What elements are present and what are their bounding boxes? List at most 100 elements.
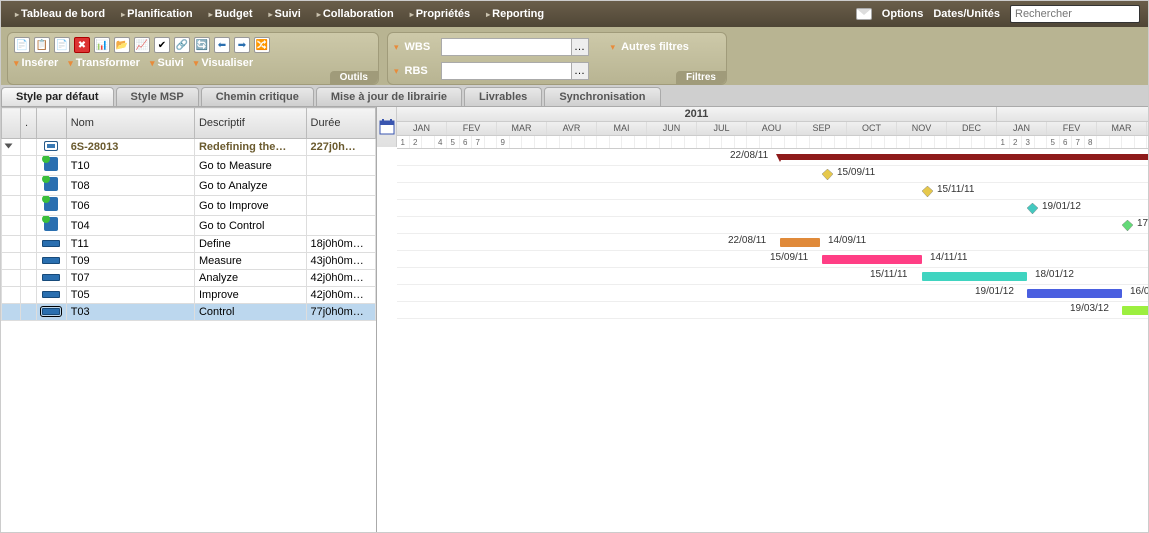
wbs-combo[interactable]: … [441,38,589,56]
tool-icon-0[interactable]: 📄 [14,37,30,53]
menu-budget[interactable]: ▸Budget [203,1,259,27]
other-filters[interactable]: Autres filtres [621,41,689,53]
filters-panel: ▾ WBS … ▾ Autres filtres ▾ RBS … Filtres [387,32,727,85]
rbs-input[interactable] [441,62,571,80]
gantt-row: 22/08/1103/07/12 [397,149,1148,166]
task-row[interactable]: T03Control77j0h0m… [2,304,376,321]
tool-icon-7[interactable]: ✔ [154,37,170,53]
task-row[interactable]: 6S-28013Redefining the…227j0h… [2,139,376,156]
tool-icon-12[interactable]: 🔀 [254,37,270,53]
tool-icon-11[interactable]: ➡ [234,37,250,53]
cell-dur: 42j0h0m… [306,287,375,304]
month-label: JAN [397,122,447,135]
submenu-suivi[interactable]: ▾Suivi [150,57,184,69]
wbs-label: WBS [405,41,435,53]
menu-collaboration[interactable]: ▸Collaboration [311,1,400,27]
tool-icons: 📄📋📄✖📊📂📈✔🔗🔄⬅➡🔀 [14,37,372,53]
wbs-dropdown-button[interactable]: … [571,38,589,56]
cell-nom: T09 [66,253,194,270]
tab-3[interactable]: Mise à jour de librairie [316,87,462,106]
submenu-insérer[interactable]: ▾Insérer [14,57,58,69]
cell-dur: 77j0h0m… [306,304,375,321]
task-bar[interactable] [1122,306,1148,315]
chevron-right-icon: ▸ [410,10,414,19]
menu-planification[interactable]: ▸Planification [115,1,198,27]
gantt-row: 15/11/1118/01/12 [397,268,1148,285]
cell-nom: T10 [66,156,194,176]
tool-icon-1[interactable]: 📋 [34,37,50,53]
task-row[interactable]: T07Analyze42j0h0m… [2,270,376,287]
task-bar[interactable] [1027,289,1122,298]
col-desc[interactable]: Descriptif [194,108,306,139]
tool-icon-6[interactable]: 📈 [134,37,150,53]
options-link[interactable]: Options [882,8,924,20]
wbs-input[interactable] [441,38,571,56]
tool-icon-5[interactable]: 📂 [114,37,130,53]
month-label: AOU [747,122,797,135]
task-bar[interactable] [780,238,820,247]
menu-tableau-de-bord[interactable]: ▸Tableau de bord [9,1,111,27]
gantt-row: 15/11/11 [397,183,1148,200]
chevron-right-icon: ▸ [268,10,272,19]
task-row[interactable]: T11Define18j0h0m… [2,236,376,253]
task-row[interactable]: T04Go to Control [2,216,376,236]
tab-2[interactable]: Chemin critique [201,87,314,106]
mail-icon[interactable] [856,8,872,20]
month-label: SEP [797,122,847,135]
expander-icon[interactable] [5,144,13,149]
tab-5[interactable]: Synchronisation [544,87,660,106]
tools-panel: 📄📋📄✖📊📂📈✔🔗🔄⬅➡🔀 ▾Insérer▾Transformer▾Suivi… [7,32,379,85]
cell-dur [306,156,375,176]
task-row[interactable]: T09Measure43j0h0m… [2,253,376,270]
calendar-icon[interactable] [377,107,397,147]
rbs-dropdown-button[interactable]: … [571,62,589,80]
tool-icon-3[interactable]: ✖ [74,37,90,53]
gantt-row: 19/01/12 [397,200,1148,217]
tool-icon-8[interactable]: 🔗 [174,37,190,53]
task-row[interactable]: T06Go to Improve [2,196,376,216]
gantt-scroll[interactable]: 201120122013 JANFEVMARAVRMAIJUNJULAOUSEP… [377,107,1148,532]
task-grid[interactable]: . NomDescriptifDurée 6S-28013Redefining t… [1,107,376,321]
col-exp[interactable] [2,108,21,139]
task-bar[interactable] [922,272,1027,281]
menu-propriétés[interactable]: ▸Propriétés [404,1,476,27]
col-nom[interactable]: Nom [66,108,194,139]
menu-reporting[interactable]: ▸Reporting [480,1,550,27]
toolbar-area: 📄📋📄✖📊📂📈✔🔗🔄⬅➡🔀 ▾Insérer▾Transformer▾Suivi… [1,27,1148,85]
submenu-transformer[interactable]: ▾Transformer [68,57,140,69]
milestone-icon[interactable] [922,186,933,197]
col-ico[interactable] [36,108,66,139]
col-dot[interactable]: . [20,108,36,139]
search-input[interactable] [1010,5,1140,23]
tool-icon-2[interactable]: 📄 [54,37,70,53]
submenu-visualiser[interactable]: ▾Visualiser [194,57,253,69]
tab-0[interactable]: Style par défaut [1,87,114,106]
month-label: DEC [947,122,997,135]
main-menu: ▸Tableau de bord▸Planification▸Budget▸Su… [9,1,856,27]
summary-bar[interactable] [780,154,1148,160]
tool-icon-9[interactable]: 🔄 [194,37,210,53]
cell-nom: T03 [66,304,194,321]
task-row[interactable]: T05Improve42j0h0m… [2,287,376,304]
task-bar[interactable] [822,255,922,264]
gantt-row: 19/01/1216/03/12 [397,285,1148,302]
tool-icon-10[interactable]: ⬅ [214,37,230,53]
task-row[interactable]: T08Go to Analyze [2,176,376,196]
col-dur[interactable]: Durée [306,108,375,139]
cell-nom: T11 [66,236,194,253]
gantt-row: 17/03/12 [397,217,1148,234]
milestone-icon[interactable] [822,169,833,180]
dates-link[interactable]: Dates/Unités [933,8,1000,20]
milestone-icon[interactable] [1122,220,1133,231]
year-label: 2011 [397,107,997,121]
tab-1[interactable]: Style MSP [116,87,199,106]
gantt-pane: 201120122013 JANFEVMARAVRMAIJUNJULAOUSEP… [377,107,1148,532]
task-bar-icon [42,291,60,298]
rbs-combo[interactable]: … [441,62,589,80]
tool-icon-4[interactable]: 📊 [94,37,110,53]
milestone-icon[interactable] [1027,203,1038,214]
tab-4[interactable]: Livrables [464,87,542,106]
month-label: FEV [1047,122,1097,135]
menu-suivi[interactable]: ▸Suivi [262,1,306,27]
task-row[interactable]: T10Go to Measure [2,156,376,176]
